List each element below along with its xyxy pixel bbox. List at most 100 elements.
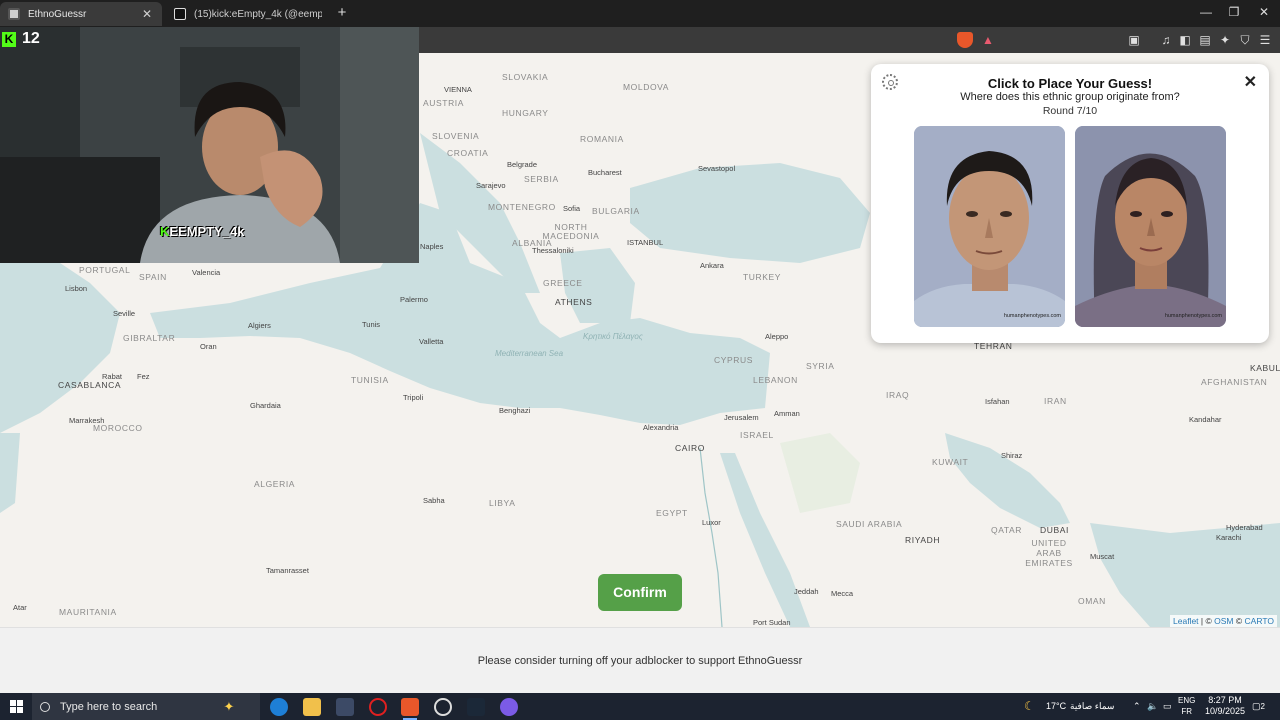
map-label: KUWAIT [932, 457, 969, 467]
system-clock[interactable]: 8:27 PM 10/9/2025 [1205, 695, 1245, 717]
round-indicator: Round 7/10 [1042, 105, 1098, 117]
map-label: Sarajevo [476, 181, 506, 190]
leo-ai-icon[interactable]: ✦ [1217, 32, 1233, 48]
map-label: Sabha [423, 496, 445, 505]
map-label: Valencia [192, 268, 221, 277]
map-label: Amman [774, 409, 800, 418]
map-label: SLOVAKIA [502, 72, 549, 82]
tab-title: EthnoGuessr [28, 8, 87, 20]
vpn-icon[interactable]: ⛉ [1237, 32, 1253, 48]
osm-link[interactable]: OSM [1214, 616, 1233, 626]
lang-bottom: FR [1181, 707, 1192, 716]
kick-logo-icon: K [2, 31, 16, 47]
opera-icon[interactable] [369, 698, 387, 716]
brave-icon[interactable] [401, 698, 419, 720]
windows-taskbar: Type here to search ✦ ☾ 17°C سماء صافية … [0, 693, 1280, 720]
map-label: CROATIA [447, 148, 489, 158]
brave-rewards-icon[interactable]: ▲ [980, 32, 996, 48]
tab-ethnoguessr[interactable]: EthnoGuessr ✕ [0, 2, 162, 26]
map-label: KABUL [1250, 363, 1280, 373]
map-label: LEBANON [753, 375, 798, 385]
map-label: Lisbon [65, 284, 88, 293]
minimize-icon[interactable]: — [1196, 5, 1216, 19]
music-icon[interactable]: ♫ [1158, 32, 1174, 48]
weather-moon-icon: ☾ [1024, 699, 1035, 713]
menu-icon[interactable]: ☰ [1257, 32, 1273, 48]
network-icon[interactable]: ▭ [1163, 693, 1172, 720]
map-label: Mecca [831, 589, 854, 598]
map-label: RIYADH [905, 535, 941, 545]
map-label: ATHENS [555, 297, 593, 307]
screenshot-icon[interactable]: ▣ [1126, 32, 1142, 48]
steam-icon[interactable] [467, 698, 485, 716]
map-label: Valletta [419, 337, 444, 346]
map-label: SERBIA [524, 174, 559, 184]
language-indicator[interactable]: ENG FR [1178, 695, 1195, 717]
map-label: MONTENEGRO [488, 202, 556, 212]
weather-text[interactable]: سماء صافية [1070, 693, 1114, 720]
map-label: Κρητικό Πέλαγος [583, 332, 643, 341]
restore-icon[interactable]: ❐ [1224, 5, 1244, 19]
male-face-image: humanphenotypes.com [914, 126, 1065, 327]
map-label: Karachi [1216, 533, 1242, 542]
map-label: Mediterranean Sea [495, 349, 564, 358]
map-label: CYPRUS [714, 355, 754, 365]
map-label: Oran [200, 342, 217, 351]
leaflet-link[interactable]: Leaflet [1173, 616, 1199, 626]
tiktok-favicon-icon [174, 8, 186, 20]
map-label: Sevastopol [698, 164, 736, 173]
viewer-count: 12 [22, 30, 40, 47]
edge-icon[interactable] [270, 698, 288, 716]
windows-start-icon[interactable] [10, 700, 23, 713]
file-explorer-icon[interactable] [303, 698, 321, 716]
map-label: Atar [13, 603, 27, 612]
face-watermark: humanphenotypes.com [1003, 313, 1061, 319]
tray-chevron-icon[interactable]: ⌃ [1133, 693, 1141, 720]
clock-date: 10/9/2025 [1204, 706, 1245, 716]
new-tab-icon[interactable]: + [334, 5, 350, 21]
webcam-overlay: K 12 KEEMPTY_4k [0, 27, 419, 263]
map-label: GIBRALTAR [123, 333, 176, 343]
notification-count: 2 [1260, 702, 1265, 711]
map-label: MOLDOVA [623, 82, 670, 92]
wallet-icon[interactable]: ▤ [1197, 32, 1213, 48]
close-window-icon[interactable]: ✕ [1254, 5, 1274, 19]
map-label: TUNISIA [351, 375, 389, 385]
map-label: Tamanrasset [266, 566, 309, 575]
map-label: Jerusalem [724, 413, 759, 422]
brave-shields-icon[interactable] [957, 32, 973, 48]
store-icon[interactable] [336, 698, 354, 716]
female-face-image: humanphenotypes.com [1075, 126, 1226, 327]
obs-icon[interactable] [434, 698, 452, 716]
map-label: SAUDI ARABIA [836, 519, 903, 529]
confirm-button[interactable]: Confirm [598, 574, 682, 611]
search-placeholder: Type here to search [60, 700, 158, 713]
handle-text: EEMPTY_4k [169, 224, 245, 239]
discord-icon[interactable] [500, 698, 518, 716]
panel-question: Where does this ethnic group originate f… [960, 91, 1180, 103]
map-label: ALGERIA [254, 479, 296, 489]
close-tab-icon[interactable]: ✕ [140, 7, 154, 21]
notification-icon[interactable]: ▢2 [1252, 693, 1265, 720]
sparkle-icon[interactable]: ✦ [220, 698, 238, 716]
kick-logo-icon: K [160, 224, 170, 239]
sidebar-icon[interactable]: ◧ [1177, 32, 1193, 48]
temperature[interactable]: 17°C [1046, 693, 1066, 720]
map-label: AFGHANISTAN [1201, 377, 1268, 387]
map-label: MAURITANIA [59, 607, 117, 617]
map-label: SPAIN [139, 272, 167, 282]
map-label: Hyderabad [1226, 523, 1263, 532]
map-label: ROMANIA [580, 134, 624, 144]
speaker-icon[interactable]: 🔈 [1147, 693, 1158, 720]
map-attribution: Leaflet | © OSM © CARTO [1170, 615, 1277, 627]
map-label: AUSTRIA [423, 98, 465, 108]
attribution-copyright: © [1205, 616, 1212, 626]
attribution-copyright: © [1235, 616, 1243, 626]
tab-kick[interactable]: (15)kick:eEmpty_4k (@eempty_8k) | T [166, 2, 330, 26]
map-label: Ghardaia [250, 401, 281, 410]
map-label: CAIRO [675, 443, 705, 453]
map-label: Belgrade [507, 160, 538, 169]
carto-link[interactable]: CARTO [1245, 616, 1274, 626]
map-label: PORTUGAL [79, 265, 131, 275]
face-watermark: humanphenotypes.com [1164, 313, 1222, 319]
